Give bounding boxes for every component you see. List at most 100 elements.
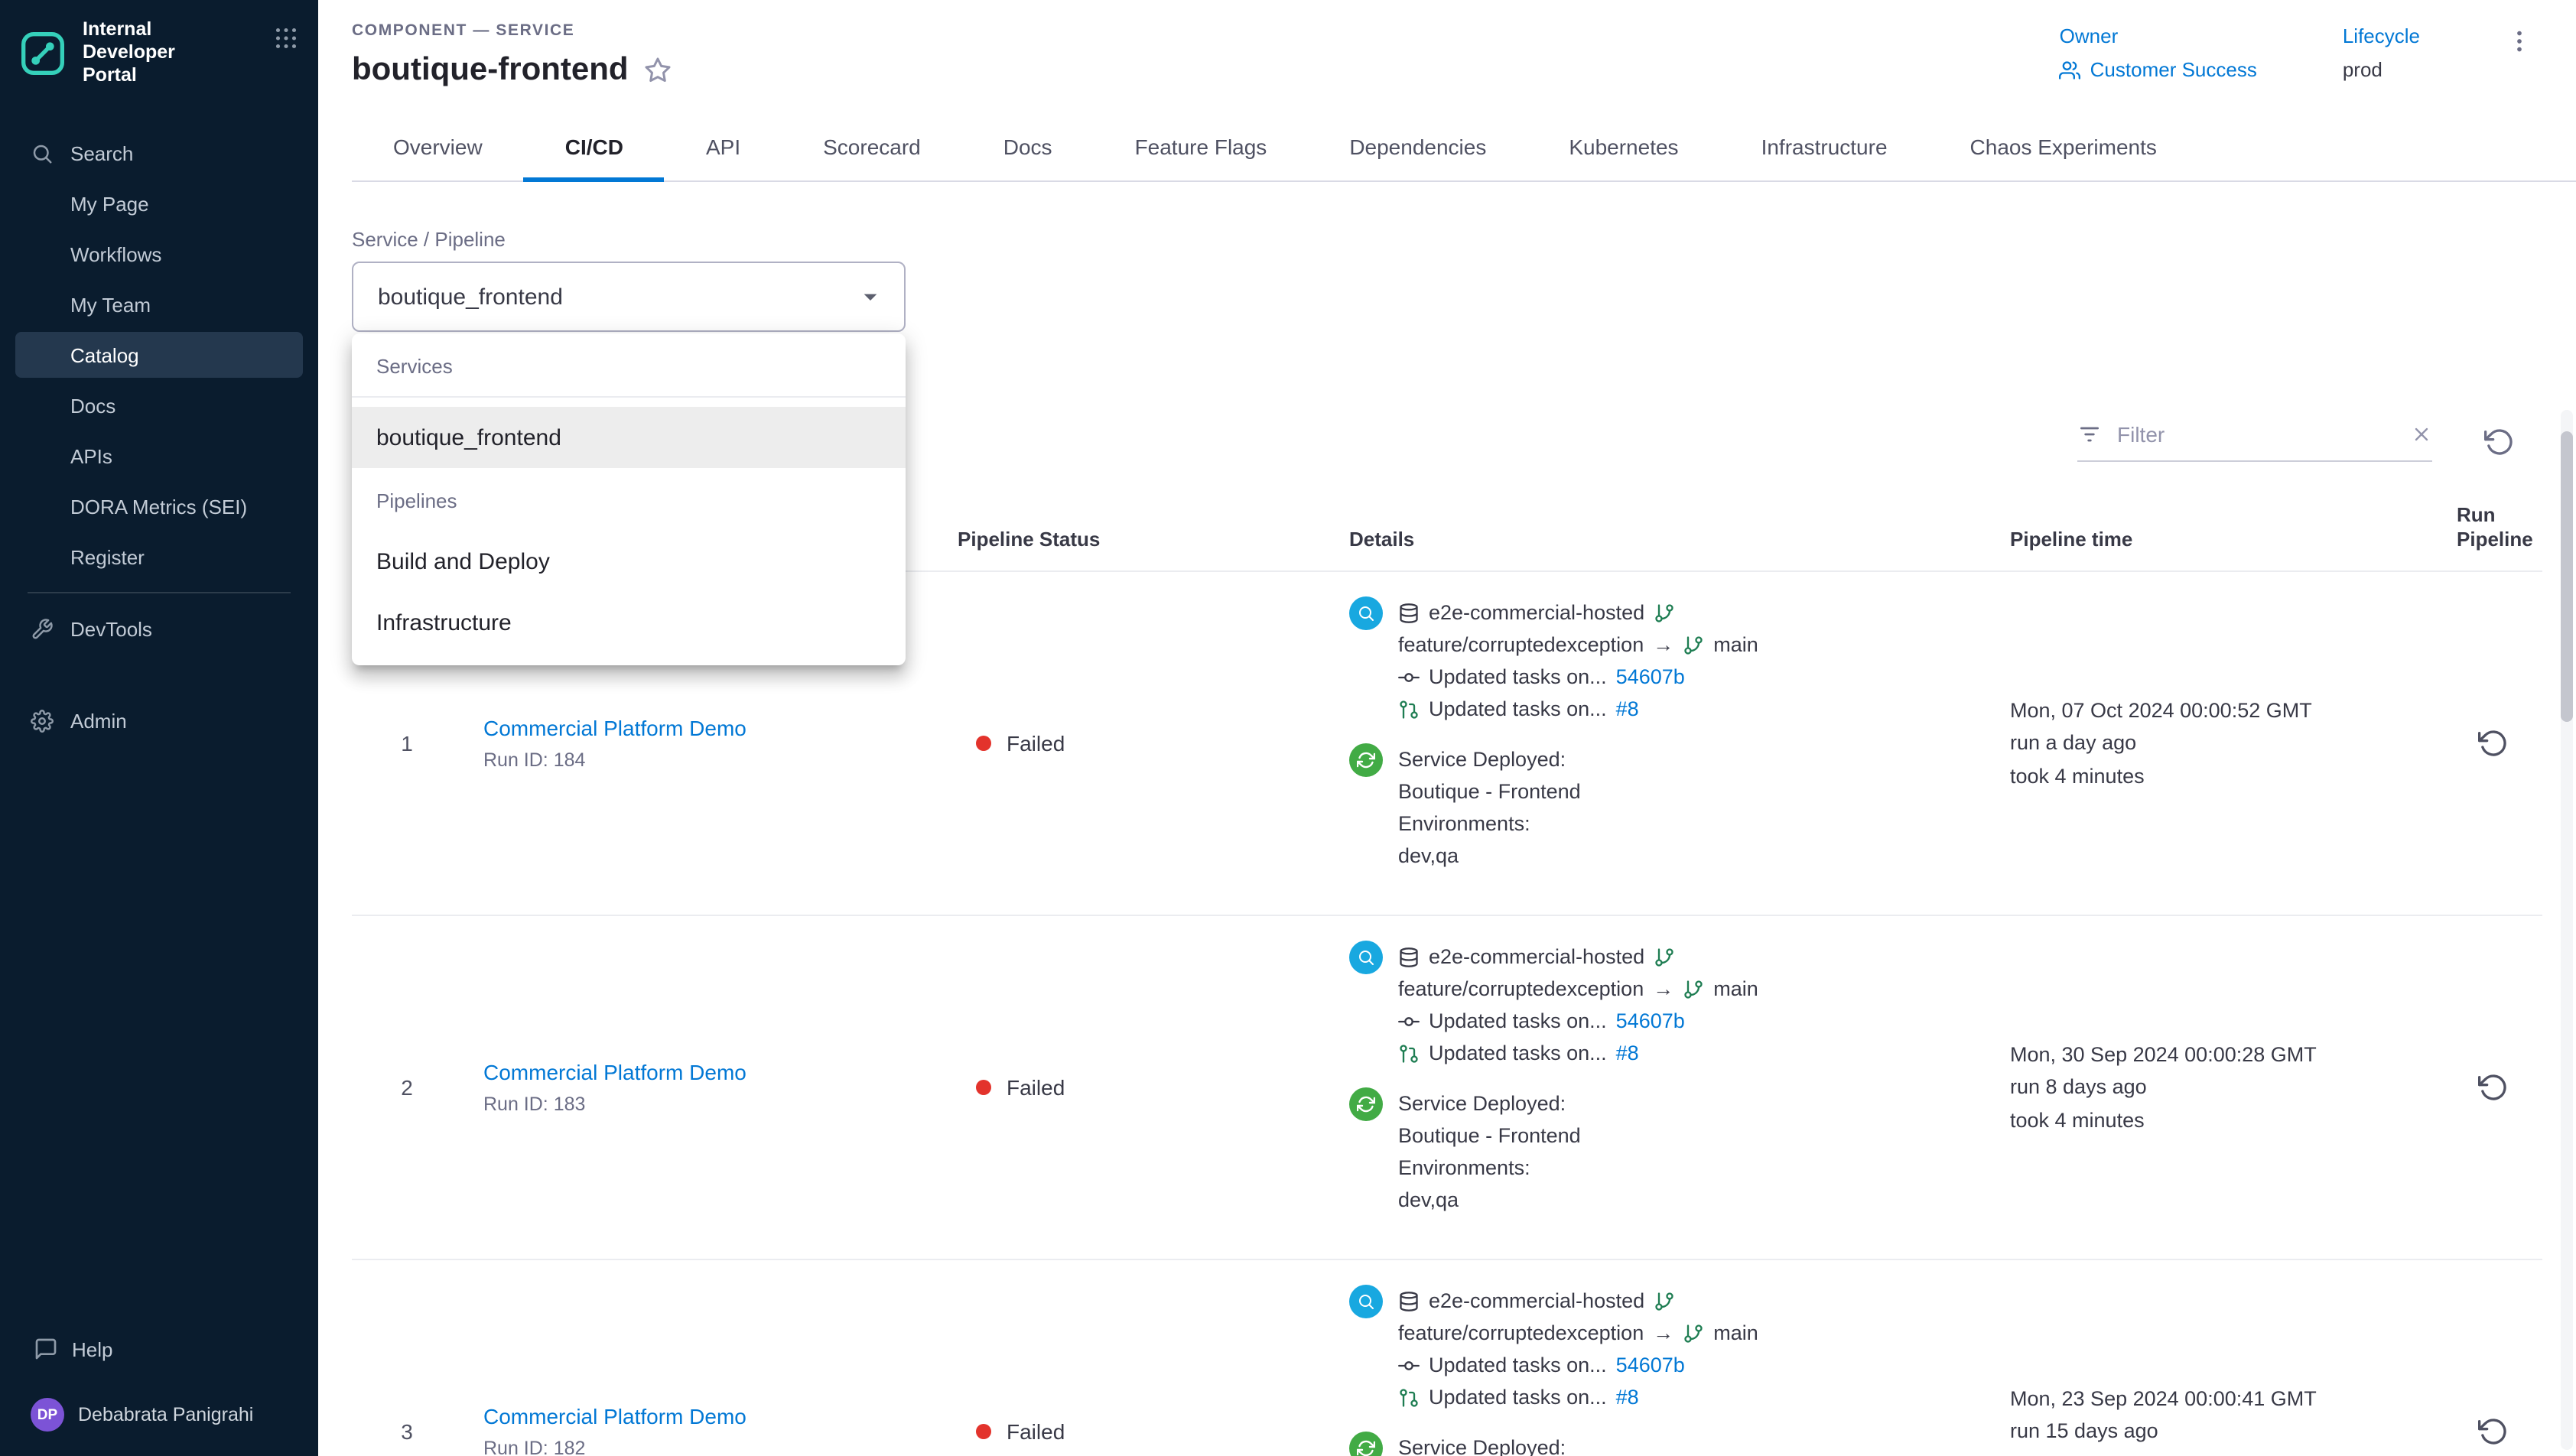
sidebar-item-my-team[interactable]: My Team (15, 281, 303, 327)
sidebar-item-devtools[interactable]: DevTools (15, 606, 303, 652)
pipeline-time: Mon, 30 Sep 2024 00:00:28 GMT run 8 days… (1998, 1038, 2444, 1137)
git-branch-icon (1654, 946, 1675, 967)
sidebar-item-apis[interactable]: APIs (15, 433, 303, 479)
repo-icon (1398, 1290, 1420, 1311)
run-index[interactable]: 1 (352, 731, 462, 756)
commit-hash-link[interactable]: 54607b (1616, 1005, 1685, 1037)
pipeline-select[interactable]: boutique_frontend (352, 262, 906, 332)
commit-hash-link[interactable]: 54607b (1616, 1349, 1685, 1381)
run-row: 2 Commercial Platform Demo Run ID: 183 F… (352, 915, 2542, 1259)
clear-filter-icon[interactable] (2411, 424, 2432, 445)
user-menu[interactable]: DP Debabrata Panigrahi (21, 1398, 297, 1432)
refresh-icon[interactable] (2484, 426, 2515, 457)
run-index[interactable]: 2 (352, 1075, 462, 1100)
commit-hash-link[interactable]: 54607b (1616, 661, 1685, 693)
pr-number-link[interactable]: #8 (1616, 1381, 1639, 1413)
tab-dependencies[interactable]: Dependencies (1308, 113, 1527, 180)
sidebar-item-label: APIs (70, 444, 112, 467)
entity-header: COMPONENT — SERVICE boutique-frontend Ow… (318, 0, 2576, 89)
run-index[interactable]: 3 (352, 1419, 462, 1444)
col-run-pipeline: Run Pipeline (2444, 503, 2545, 552)
cd-stage-icon (1349, 1087, 1383, 1121)
deploy-service: Boutique - Frontend (1398, 1120, 1581, 1152)
run-timestamp: Mon, 07 Oct 2024 00:00:52 GMT (2010, 694, 2432, 727)
pr-number-link[interactable]: #8 (1616, 1037, 1639, 1069)
target-branch: main (1713, 973, 1758, 1005)
app-root: Internal Developer Portal Search My Page… (0, 0, 2576, 1456)
more-options-icon[interactable] (2506, 28, 2533, 55)
arrow-right: → (1653, 1317, 1673, 1349)
user-name: Debabrata Panigrahi (78, 1404, 253, 1425)
filter-input[interactable] (2114, 421, 2399, 448)
scrollbar-thumb[interactable] (2561, 431, 2573, 722)
tab-infrastructure[interactable]: Infrastructure (1720, 113, 1929, 180)
wrench-icon (31, 617, 54, 640)
arrow-right: → (1653, 973, 1673, 1005)
run-pipeline-icon[interactable] (2478, 1072, 2509, 1103)
filter-field[interactable] (2077, 421, 2432, 462)
owner-label[interactable]: Owner (2060, 24, 2257, 47)
pr-message: Updated tasks on... (1429, 693, 1607, 725)
tab-docs[interactable]: Docs (962, 113, 1094, 180)
deploy-envs: dev,qa (1398, 1184, 1581, 1216)
tab-cicd[interactable]: CI/CD (524, 113, 665, 180)
pull-request-icon (1398, 1042, 1420, 1064)
repo-name: e2e-commercial-hosted (1429, 941, 1644, 973)
pipeline-status: Failed (945, 731, 1337, 756)
ci-stage-icon (1349, 596, 1383, 630)
source-branch: feature/corruptedexception (1398, 973, 1644, 1005)
help-button[interactable]: Help (21, 1337, 297, 1361)
sidebar-item-register[interactable]: Register (15, 534, 303, 580)
dropdown-option-infrastructure[interactable]: Infrastructure (352, 592, 906, 653)
run-name-link[interactable]: Commercial Platform Demo (483, 1404, 933, 1428)
git-commit-icon (1398, 666, 1420, 687)
scrollbar-track[interactable] (2561, 410, 2573, 1450)
arrow-right: → (1653, 629, 1673, 661)
pull-request-icon (1398, 1386, 1420, 1408)
portal-logo-icon (18, 28, 67, 77)
run-pipeline-icon[interactable] (2478, 1416, 2509, 1447)
tab-feature-flags[interactable]: Feature Flags (1094, 113, 1309, 180)
git-commit-icon (1398, 1354, 1420, 1376)
pr-message: Updated tasks on... (1429, 1037, 1607, 1069)
gear-icon (31, 709, 54, 732)
sidebar: Internal Developer Portal Search My Page… (0, 0, 318, 1456)
favorite-star-icon[interactable] (644, 57, 672, 84)
status-failed-dot (976, 1080, 991, 1095)
status-text: Failed (1007, 1075, 1065, 1100)
repo-icon (1398, 602, 1420, 623)
tab-scorecard[interactable]: Scorecard (782, 113, 962, 180)
run-pipeline-icon[interactable] (2478, 728, 2509, 759)
run-duration: took 4 minutes (2010, 760, 2432, 793)
dropdown-option-boutique-frontend[interactable]: boutique_frontend (352, 407, 906, 468)
tab-overview[interactable]: Overview (352, 113, 524, 180)
owner-link[interactable]: Customer Success (2060, 58, 2257, 81)
run-name-link[interactable]: Commercial Platform Demo (483, 1060, 933, 1084)
git-branch-icon (1654, 602, 1675, 623)
run-name-link[interactable]: Commercial Platform Demo (483, 716, 933, 740)
sidebar-item-my-page[interactable]: My Page (15, 180, 303, 226)
apps-grid-icon[interactable] (272, 24, 300, 52)
tab-api[interactable]: API (665, 113, 782, 180)
help-icon (34, 1337, 58, 1361)
pr-number-link[interactable]: #8 (1616, 693, 1639, 725)
dropdown-option-build-and-deploy[interactable]: Build and Deploy (352, 531, 906, 592)
sidebar-item-workflows[interactable]: Workflows (15, 231, 303, 277)
sidebar-item-label: DORA Metrics (SEI) (70, 495, 247, 518)
deploy-envs: dev,qa (1398, 840, 1581, 872)
commit-message: Updated tasks on... (1429, 1005, 1607, 1037)
tab-kubernetes[interactable]: Kubernetes (1527, 113, 1719, 180)
git-branch-icon (1683, 1322, 1704, 1344)
sidebar-item-catalog[interactable]: Catalog (15, 332, 303, 378)
sidebar-item-search[interactable]: Search (15, 130, 303, 176)
sidebar-item-docs[interactable]: Docs (15, 382, 303, 428)
run-id: Run ID: 183 (483, 1094, 933, 1115)
sidebar-item-dora-metrics[interactable]: DORA Metrics (SEI) (15, 483, 303, 529)
lifecycle-label[interactable]: Lifecycle (2343, 24, 2420, 47)
runs-toolbar (2077, 421, 2515, 462)
entity-header-left: COMPONENT — SERVICE boutique-frontend (352, 21, 672, 89)
deploy-title: Service Deployed: (1398, 1087, 1581, 1120)
run-relative-time: run a day ago (2010, 727, 2432, 760)
tab-chaos-experiments[interactable]: Chaos Experiments (1929, 113, 2198, 180)
sidebar-item-admin[interactable]: Admin (15, 697, 303, 743)
